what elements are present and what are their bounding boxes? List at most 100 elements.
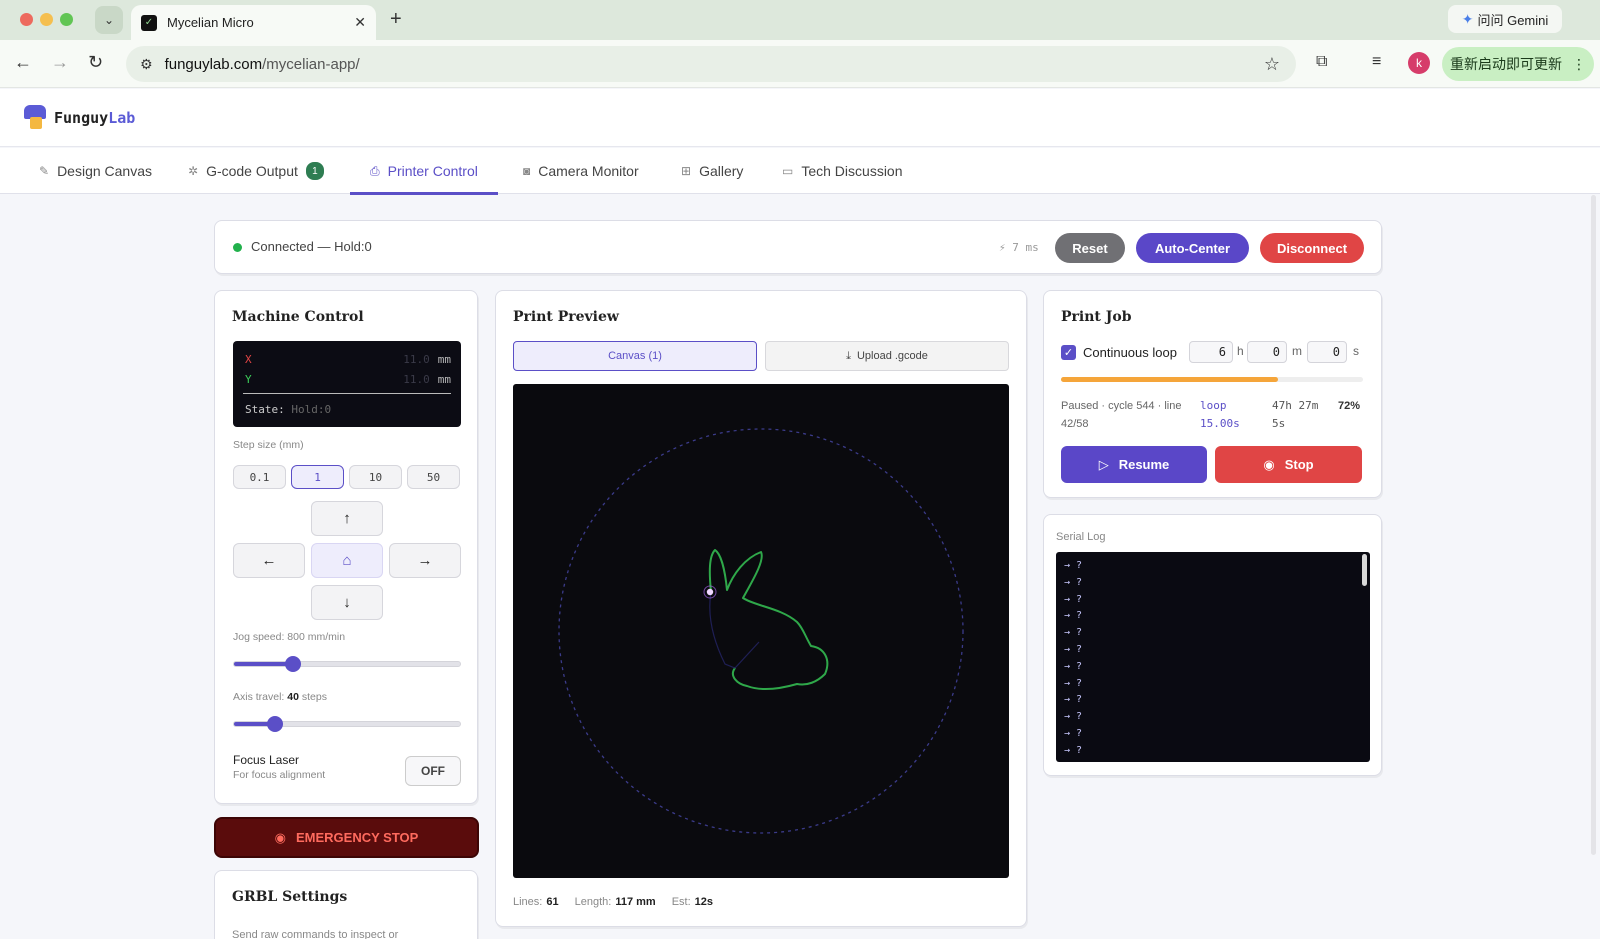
- y-unit: mm: [437, 372, 451, 386]
- url-field[interactable]: ⚙ funguylab.com/mycelian-app/ ☆: [126, 46, 1296, 82]
- step-0.1-button[interactable]: 0.1: [233, 465, 286, 489]
- serial-log-line: → ?: [1064, 610, 1083, 622]
- tab-gcode-output[interactable]: ✲ G-code Output 1: [186, 148, 326, 194]
- stop-circle-icon: ◉: [1263, 456, 1275, 472]
- x-axis-label: X: [245, 352, 252, 366]
- resume-label: Resume: [1118, 457, 1170, 472]
- x-unit: mm: [437, 352, 451, 366]
- gemini-icon: ✦: [1461, 10, 1474, 27]
- disconnect-button[interactable]: Disconnect: [1260, 233, 1364, 263]
- tab-printer-control[interactable]: ⎙ Printer Control: [350, 148, 498, 195]
- readout-divider: [243, 393, 451, 394]
- logo-text-b: Lab: [108, 109, 136, 127]
- jog-down-button[interactable]: ↓: [311, 585, 383, 620]
- jog-up-button[interactable]: ↑: [311, 501, 383, 536]
- print-job-card: Print Job ✓ Continuous loop 6 h 0 m 0 s …: [1043, 290, 1382, 498]
- media-control-icon[interactable]: ≡: [1372, 53, 1381, 71]
- extensions-icon[interactable]: ⧉: [1316, 53, 1327, 71]
- new-tab-button[interactable]: +: [390, 8, 402, 31]
- gcode-count-badge: 1: [305, 162, 324, 180]
- axis-travel-value: 40: [287, 691, 299, 703]
- resume-button[interactable]: ▷ Resume: [1061, 446, 1207, 483]
- loop-interval-text: loop 15.00s: [1200, 399, 1240, 430]
- reset-button[interactable]: Reset: [1055, 233, 1125, 263]
- job-percent: 72%: [1338, 400, 1361, 412]
- page-scrollbar[interactable]: [1591, 195, 1596, 855]
- loop-hours-input[interactable]: 6: [1189, 341, 1233, 363]
- maximize-window-button[interactable]: [60, 13, 73, 26]
- back-arrow-icon[interactable]: ←: [14, 52, 32, 73]
- step-1-button[interactable]: 1: [291, 465, 344, 489]
- browser-tab[interactable]: ✓ Mycelian Micro ✕: [131, 5, 376, 40]
- machine-state: State: Hold:0: [245, 403, 331, 416]
- grbl-settings-sub: Send raw commands to inspect or: [232, 929, 399, 939]
- forward-arrow-icon[interactable]: →: [51, 52, 69, 73]
- chat-icon: ▭: [782, 164, 794, 178]
- loop-minutes-input[interactable]: 0: [1247, 341, 1287, 363]
- state-label: State:: [245, 403, 285, 416]
- estimate-value: 12s: [694, 896, 713, 908]
- step-50-button[interactable]: 50: [407, 465, 460, 489]
- serial-log-line: → ?: [1064, 694, 1083, 706]
- machine-control-card: Machine Control X 11.0 mm Y 11.0 mm Stat…: [214, 290, 478, 804]
- minimize-window-button[interactable]: [40, 13, 53, 26]
- logo-text-a: Funguy: [54, 109, 109, 127]
- tab-design-canvas[interactable]: ✎ Design Canvas: [37, 148, 154, 194]
- job-progress-bar: [1061, 377, 1363, 382]
- minutes-unit: m: [1292, 344, 1302, 358]
- serial-log-terminal[interactable]: → ? → ? → ? → ? → ? → ? → ? → ? → ? → ? → ? → ?: [1056, 552, 1370, 762]
- tab-tech-discussion[interactable]: ▭ Tech Discussion: [780, 148, 905, 194]
- job-progress-fill: [1061, 377, 1279, 382]
- state-value: Hold:0: [291, 403, 332, 416]
- camera-icon: ◙: [523, 164, 531, 178]
- connected-indicator: [233, 243, 242, 252]
- arrow-right-icon: →: [417, 552, 433, 569]
- jog-home-button[interactable]: ⌂: [311, 543, 383, 578]
- focus-laser-sub: For focus alignment: [233, 769, 326, 781]
- axis-travel-slider[interactable]: [233, 716, 461, 732]
- arrow-left-icon: ←: [261, 552, 277, 569]
- terminal-scrollbar[interactable]: [1362, 554, 1367, 586]
- y-axis-label: Y: [245, 372, 252, 386]
- tab-camera-monitor[interactable]: ◙ Camera Monitor: [521, 148, 641, 194]
- reload-icon[interactable]: ↻: [88, 52, 103, 73]
- length-value: 117 mm: [615, 896, 656, 908]
- position-readout: X 11.0 mm Y 11.0 mm State: Hold:0: [233, 341, 461, 427]
- emergency-stop-button[interactable]: ◉ EMERGENCY STOP: [214, 817, 479, 858]
- tab-search-dropdown[interactable]: ⌄: [95, 6, 123, 34]
- logo[interactable]: FunguyLab: [22, 105, 135, 131]
- jog-speed-slider[interactable]: [233, 656, 461, 672]
- jog-speed-thumb[interactable]: [284, 656, 301, 672]
- close-tab-icon[interactable]: ✕: [354, 14, 366, 31]
- grbl-settings-title: GRBL Settings: [232, 889, 348, 905]
- bookmark-star-icon[interactable]: ☆: [1264, 54, 1280, 75]
- browser-tab-bar: ⌄ ✓ Mycelian Micro ✕ + ✦ 问问 Gemini: [0, 0, 1600, 40]
- axis-travel-prefix: Axis travel:: [233, 691, 285, 703]
- jog-right-button[interactable]: →: [389, 543, 461, 578]
- bunny-travel-path: [709, 591, 760, 669]
- axis-travel-thumb[interactable]: [266, 716, 283, 732]
- avatar[interactable]: k: [1408, 52, 1430, 74]
- tab-gallery[interactable]: ⊞ Gallery: [679, 148, 745, 194]
- stop-button[interactable]: ◉ Stop: [1215, 446, 1362, 483]
- jog-speed-fill: [234, 662, 293, 666]
- emergency-stop-label: EMERGENCY STOP: [296, 830, 419, 845]
- gemini-button[interactable]: ✦ 问问 Gemini: [1448, 5, 1562, 33]
- loop-seconds-input[interactable]: 0: [1307, 341, 1347, 363]
- auto-center-button[interactable]: Auto-Center: [1136, 233, 1249, 263]
- printer-icon: ⎙: [370, 163, 380, 178]
- tab-canvas-source[interactable]: Canvas (1): [513, 341, 757, 371]
- continuous-loop-checkbox[interactable]: ✓: [1061, 345, 1076, 360]
- serial-log-line: → ?: [1064, 660, 1083, 672]
- site-info-icon[interactable]: ⚙: [140, 56, 153, 73]
- print-preview-title: Print Preview: [513, 309, 619, 325]
- favicon-icon: ✓: [141, 14, 157, 31]
- close-window-button[interactable]: [20, 13, 33, 26]
- jog-left-button[interactable]: ←: [233, 543, 305, 578]
- focus-laser-toggle[interactable]: OFF: [405, 756, 461, 786]
- upload-gcode-button[interactable]: ⤓ Upload .gcode: [765, 341, 1009, 371]
- step-10-button[interactable]: 10: [349, 465, 402, 489]
- serial-log-line: → ?: [1064, 576, 1083, 588]
- update-button[interactable]: 重新启动即可更新 ⋮: [1442, 47, 1594, 81]
- machine-control-title: Machine Control: [232, 309, 364, 325]
